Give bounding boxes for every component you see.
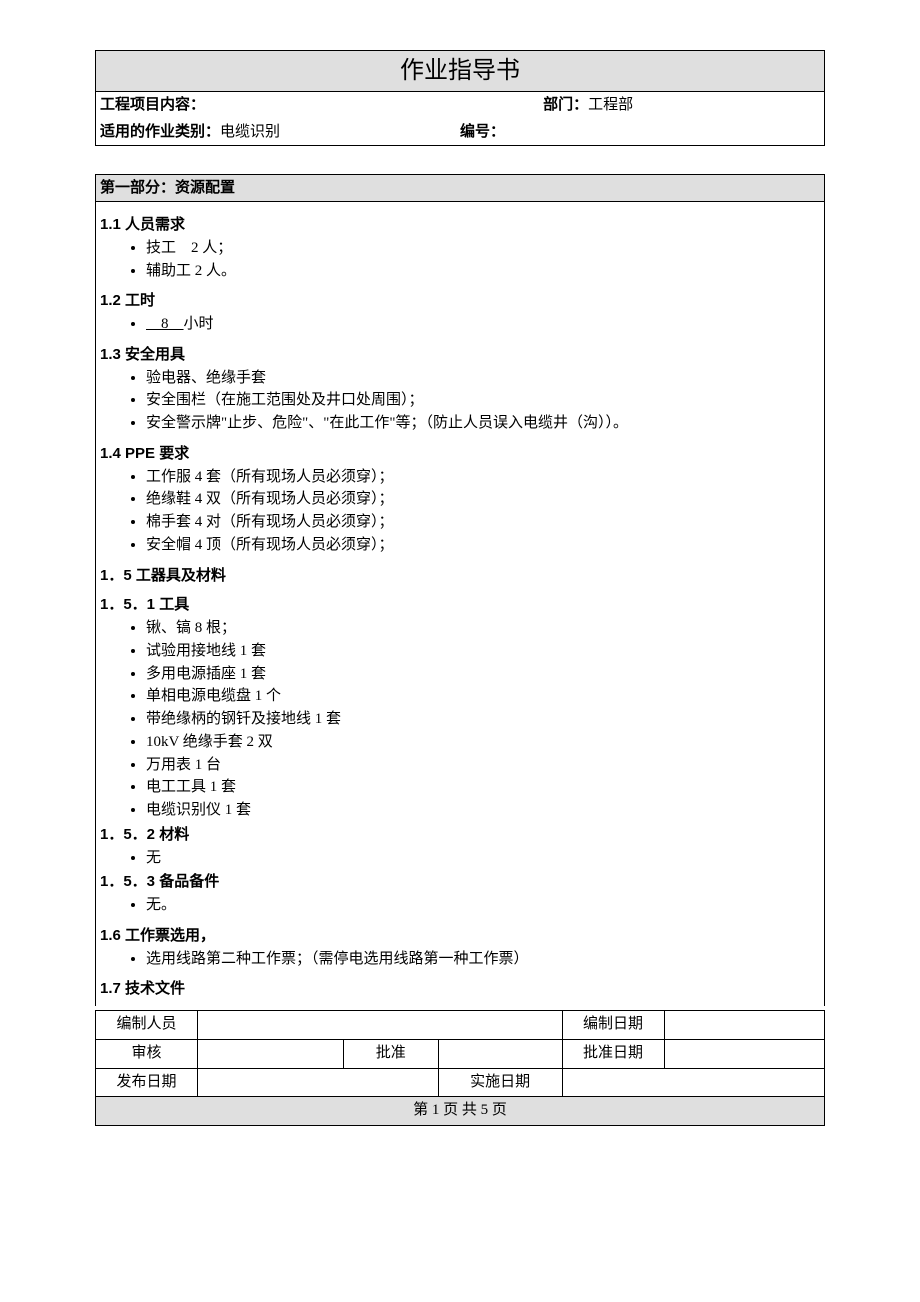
list-item: 绝缘鞋 4 双（所有现场人员必须穿）； (146, 489, 820, 511)
list-item: 无 (146, 848, 820, 870)
pubdate-label: 发布日期 (117, 1074, 177, 1090)
hours-suffix-u (169, 316, 184, 332)
s153-title: 1．5．3 备品备件 (100, 871, 820, 893)
list-item: 安全帽 4 顶（所有现场人员必须穿）； (146, 535, 820, 557)
list-item: 单相电源电缆盘 1 个 (146, 686, 820, 708)
hours-suffix: 小时 (184, 316, 214, 332)
list-item: 多用电源插座 1 套 (146, 664, 820, 686)
list-item: 试验用接地线 1 套 (146, 641, 820, 663)
s11-title: 1.1 人员需求 (100, 214, 820, 236)
list-item: 锹、镐 8 根； (146, 618, 820, 640)
list-item: 安全围栏（在施工范围处及井口处周围）； (146, 390, 820, 412)
approve-date-label: 批准日期 (583, 1045, 643, 1061)
body-box: 第一部分：资源配置 1.1 人员需求 技工 2 人； 辅助工 2 人。 1.2 … (95, 174, 825, 1006)
s152-title: 1．5．2 材料 (100, 824, 820, 846)
section-1-title: 第一部分：资源配置 (96, 175, 824, 202)
list-item: 棉手套 4 对（所有现场人员必须穿）； (146, 512, 820, 534)
s14-list: 工作服 4 套（所有现场人员必须穿）； 绝缘鞋 4 双（所有现场人员必须穿）； … (146, 467, 820, 557)
list-item: 无。 (146, 895, 820, 917)
jobtype-value: 电缆识别 (220, 124, 280, 140)
s152-list: 无 (146, 848, 820, 870)
hours-prefix (146, 316, 161, 332)
dept-label: 部门： (543, 96, 588, 113)
dept-value: 工程部 (588, 97, 633, 113)
list-item: 10kV 绝缘手套 2 双 (146, 732, 820, 754)
s13-title: 1.3 安全用具 (100, 344, 820, 366)
author-label: 编制人员 (117, 1016, 177, 1032)
impldate-label: 实施日期 (470, 1074, 530, 1090)
list-item: 工作服 4 套（所有现场人员必须穿）； (146, 467, 820, 489)
list-item: 验电器、绝缘手套 (146, 368, 820, 390)
s12-title: 1.2 工时 (100, 290, 820, 312)
doc-title: 作业指导书 (96, 51, 824, 92)
s12-list: 8 小时 (146, 314, 820, 336)
jobtype-label: 适用的作业类别： (100, 123, 220, 140)
list-item: 万用表 1 台 (146, 755, 820, 777)
list-item: 技工 2 人； (146, 238, 820, 260)
s16-title: 1.6 工作票选用， (100, 925, 820, 947)
meta-row-1: 工程项目内容： 部门：工程部 (96, 92, 824, 119)
approve-label: 批准 (376, 1045, 406, 1061)
header-box: 作业指导书 工程项目内容： 部门：工程部 适用的作业类别：电缆识别 编号： (95, 50, 825, 146)
s14-title: 1.4 PPE 要求 (100, 443, 820, 465)
table-row: 编制人员 编制日期 (96, 1011, 825, 1040)
list-item: 辅助工 2 人。 (146, 261, 820, 283)
project-label: 工程项目内容： (100, 96, 205, 113)
meta-row-2: 适用的作业类别：电缆识别 编号： (96, 119, 824, 146)
table-row: 审核 批准 批准日期 (96, 1039, 825, 1068)
s151-list: 锹、镐 8 根； 试验用接地线 1 套 多用电源插座 1 套 单相电源电缆盘 1… (146, 618, 820, 822)
pager-row: 第 1 页 共 5 页 (96, 1097, 825, 1126)
code-label: 编号： (460, 123, 505, 140)
s15-title: 1．5 工器具及材料 (100, 565, 820, 587)
s16-list: 选用线路第二种工作票；（需停电选用线路第一种工作票） (146, 949, 820, 971)
pager-text: 第 1 页 共 5 页 (413, 1102, 507, 1118)
table-row: 发布日期 实施日期 (96, 1068, 825, 1097)
section-1-content: 1.1 人员需求 技工 2 人； 辅助工 2 人。 1.2 工时 8 小时 1.… (96, 202, 824, 1006)
footer-table: 编制人员 编制日期 审核 批准 批准日期 发布日期 实施日期 第 1 页 共 5… (95, 1010, 825, 1126)
list-item: 8 小时 (146, 314, 820, 336)
list-item: 电工工具 1 套 (146, 777, 820, 799)
s13-list: 验电器、绝缘手套 安全围栏（在施工范围处及井口处周围）； 安全警示牌"止步、危险… (146, 368, 820, 435)
review-label: 审核 (132, 1045, 162, 1061)
list-item: 选用线路第二种工作票；（需停电选用线路第一种工作票） (146, 949, 820, 971)
list-item: 电缆识别仪 1 套 (146, 800, 820, 822)
s11-list: 技工 2 人； 辅助工 2 人。 (146, 238, 820, 283)
list-item: 安全警示牌"止步、危险"、"在此工作"等；（防止人员误入电缆井（沟））。 (146, 413, 820, 435)
author-date-label: 编制日期 (583, 1016, 643, 1032)
hours-value: 8 (161, 316, 169, 332)
s151-title: 1．5．1 工具 (100, 594, 820, 616)
list-item: 带绝缘柄的钢钎及接地线 1 套 (146, 709, 820, 731)
s17-title: 1.7 技术文件 (100, 978, 820, 1000)
s153-list: 无。 (146, 895, 820, 917)
